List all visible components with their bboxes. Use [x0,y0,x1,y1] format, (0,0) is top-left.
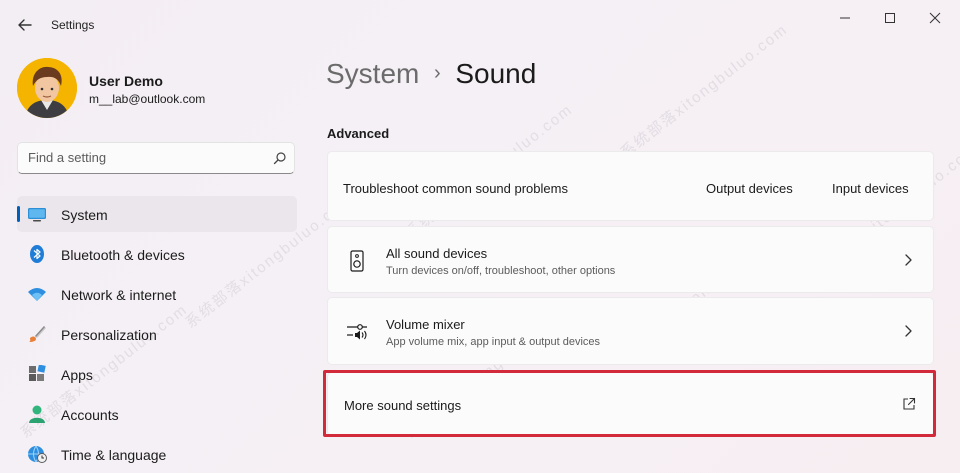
sidebar-item-label: Personalization [61,327,157,343]
back-button[interactable] [14,14,36,36]
search-icon[interactable] [273,151,287,165]
sidebar-item-accounts[interactable]: Accounts [17,396,297,432]
more-sound-settings-row[interactable]: More sound settings [327,372,934,436]
chevron-right-icon [902,253,914,267]
search-box[interactable] [17,142,295,174]
monitor-icon [27,205,47,223]
apps-icon [27,364,47,383]
input-devices-link[interactable]: Input devices [832,181,909,196]
sidebar-item-personalization[interactable]: Personalization [17,316,297,352]
sidebar-nav: System Bluetooth & devices Network & int… [17,196,297,473]
globe-clock-icon [27,445,47,463]
breadcrumb-parent[interactable]: System [326,58,419,89]
sidebar-item-time-language[interactable]: Time & language [17,436,297,472]
all-sound-devices-row[interactable]: All sound devices Turn devices on/off, t… [327,226,934,293]
minimize-icon [840,17,850,19]
minimize-button[interactable] [830,8,860,28]
bluetooth-icon [27,245,47,263]
sidebar-item-label: Bluetooth & devices [61,247,185,263]
sidebar-item-system[interactable]: System [17,196,297,232]
page-title: Sound [455,58,537,89]
sidebar-item-bluetooth[interactable]: Bluetooth & devices [17,236,297,272]
volume-mixer-icon [346,320,368,344]
sidebar-item-label: Network & internet [61,287,177,303]
sidebar-item-network[interactable]: Network & internet [17,276,297,312]
row-subtitle: App volume mix, app input & output devic… [386,336,601,348]
user-name: User Demo [89,73,163,89]
sidebar-item-label: System [61,207,108,223]
sidebar-item-apps[interactable]: Apps [17,356,297,392]
row-title: All sound devices [386,246,488,261]
arrow-left-icon [18,19,32,31]
person-icon [27,405,47,423]
active-indicator [17,206,20,222]
row-subtitle: Turn devices on/off, troubleshoot, other… [386,265,616,277]
avatar [17,58,77,118]
close-icon [929,12,941,24]
more-sound-settings-label: More sound settings [344,398,462,413]
user-avatar-icon [17,58,77,118]
close-button[interactable] [920,8,950,28]
row-title: Volume mixer [386,317,465,332]
output-devices-link[interactable]: Output devices [706,181,793,196]
open-external-icon [902,397,916,411]
sidebar-item-label: Apps [61,367,93,383]
maximize-icon [885,13,895,23]
sidebar-item-label: Time & language [61,447,167,463]
sidebar-item-label: Accounts [61,407,119,423]
chevron-right-icon [902,324,914,338]
breadcrumb: System › Sound [326,58,536,90]
app-title: Settings [51,18,95,32]
troubleshoot-card: Troubleshoot common sound problems Outpu… [327,151,934,221]
maximize-button[interactable] [875,8,905,28]
volume-mixer-row[interactable]: Volume mixer App volume mix, app input &… [327,297,934,365]
chevron-right-icon: › [434,62,441,84]
section-title: Advanced [327,126,390,141]
paintbrush-icon [27,325,47,343]
troubleshoot-label: Troubleshoot common sound problems [343,181,568,196]
search-input[interactable] [28,150,258,165]
title-bar: Settings [0,0,960,48]
wifi-icon [27,285,47,303]
user-email: m__lab@outlook.com [89,92,206,106]
speaker-icon [346,249,368,273]
